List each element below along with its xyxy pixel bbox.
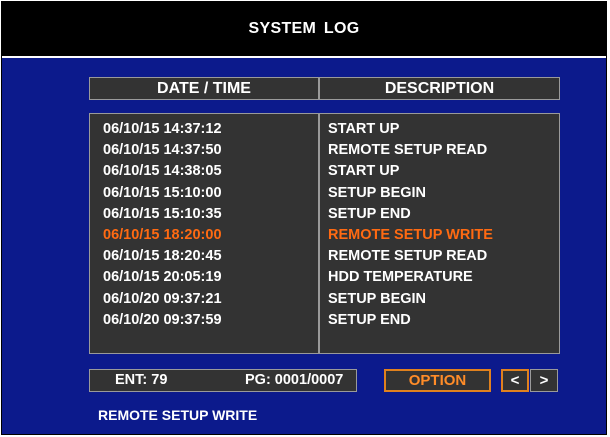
log-row-datetime[interactable]: 06/10/15 14:38:05 [90,161,318,182]
option-button[interactable]: OPTION [384,369,491,392]
description-list: START UP REMOTE SETUP READ START UP SETUP B… [320,119,559,331]
page-indicator: PG: 0001/0007 [245,372,344,388]
next-page-button[interactable]: > [530,369,558,392]
log-row-datetime[interactable]: 06/10/15 14:37:50 [90,140,318,161]
log-row-description[interactable]: SETUP END [320,204,559,225]
log-row-datetime[interactable]: 06/10/15 14:37:12 [90,119,318,140]
log-row-description[interactable]: REMOTE SETUP READ [320,140,559,161]
log-row-datetime[interactable]: 06/10/20 09:37:59 [90,310,318,331]
column-header-description: DESCRIPTION [319,77,560,100]
log-row-description[interactable]: HDD TEMPERATURE [320,267,559,288]
entry-page-status: ENT: 79 PG: 0001/0007 [89,369,357,392]
log-row-description[interactable]: REMOTE SETUP WRITE [320,225,559,246]
log-row-description[interactable]: REMOTE SETUP READ [320,246,559,267]
log-row-description[interactable]: SETUP BEGIN [320,183,559,204]
entry-count: ENT: 79 [115,372,168,388]
log-row-datetime[interactable]: 06/10/15 20:05:19 [90,267,318,288]
log-row-datetime[interactable]: 06/10/15 18:20:00 [90,225,318,246]
log-row-datetime[interactable]: 06/10/15 15:10:35 [90,204,318,225]
description-column: START UP REMOTE SETUP READ START UP SETUP B… [319,113,560,354]
date-time-column: 06/10/15 14:37:12 06/10/15 14:37:50 06/10/… [89,113,319,354]
column-header-date-time: DATE / TIME [89,77,319,100]
log-row-description[interactable]: SETUP BEGIN [320,289,559,310]
system-log-window: SYSTEM LOG DATE / TIME DESCRIPTION 06/10… [1,1,607,435]
status-message: REMOTE SETUP WRITE [98,407,258,423]
date-time-list: 06/10/15 14:37:12 06/10/15 14:37:50 06/10/… [90,119,318,331]
window-title: SYSTEM LOG [2,2,606,58]
log-row-description[interactable]: SETUP END [320,310,559,331]
previous-page-button[interactable]: < [501,369,529,392]
log-row-description[interactable]: START UP [320,161,559,182]
log-row-datetime[interactable]: 06/10/20 09:37:21 [90,289,318,310]
log-row-description[interactable]: START UP [320,119,559,140]
log-row-datetime[interactable]: 06/10/15 15:10:00 [90,183,318,204]
log-row-datetime[interactable]: 06/10/15 18:20:45 [90,246,318,267]
